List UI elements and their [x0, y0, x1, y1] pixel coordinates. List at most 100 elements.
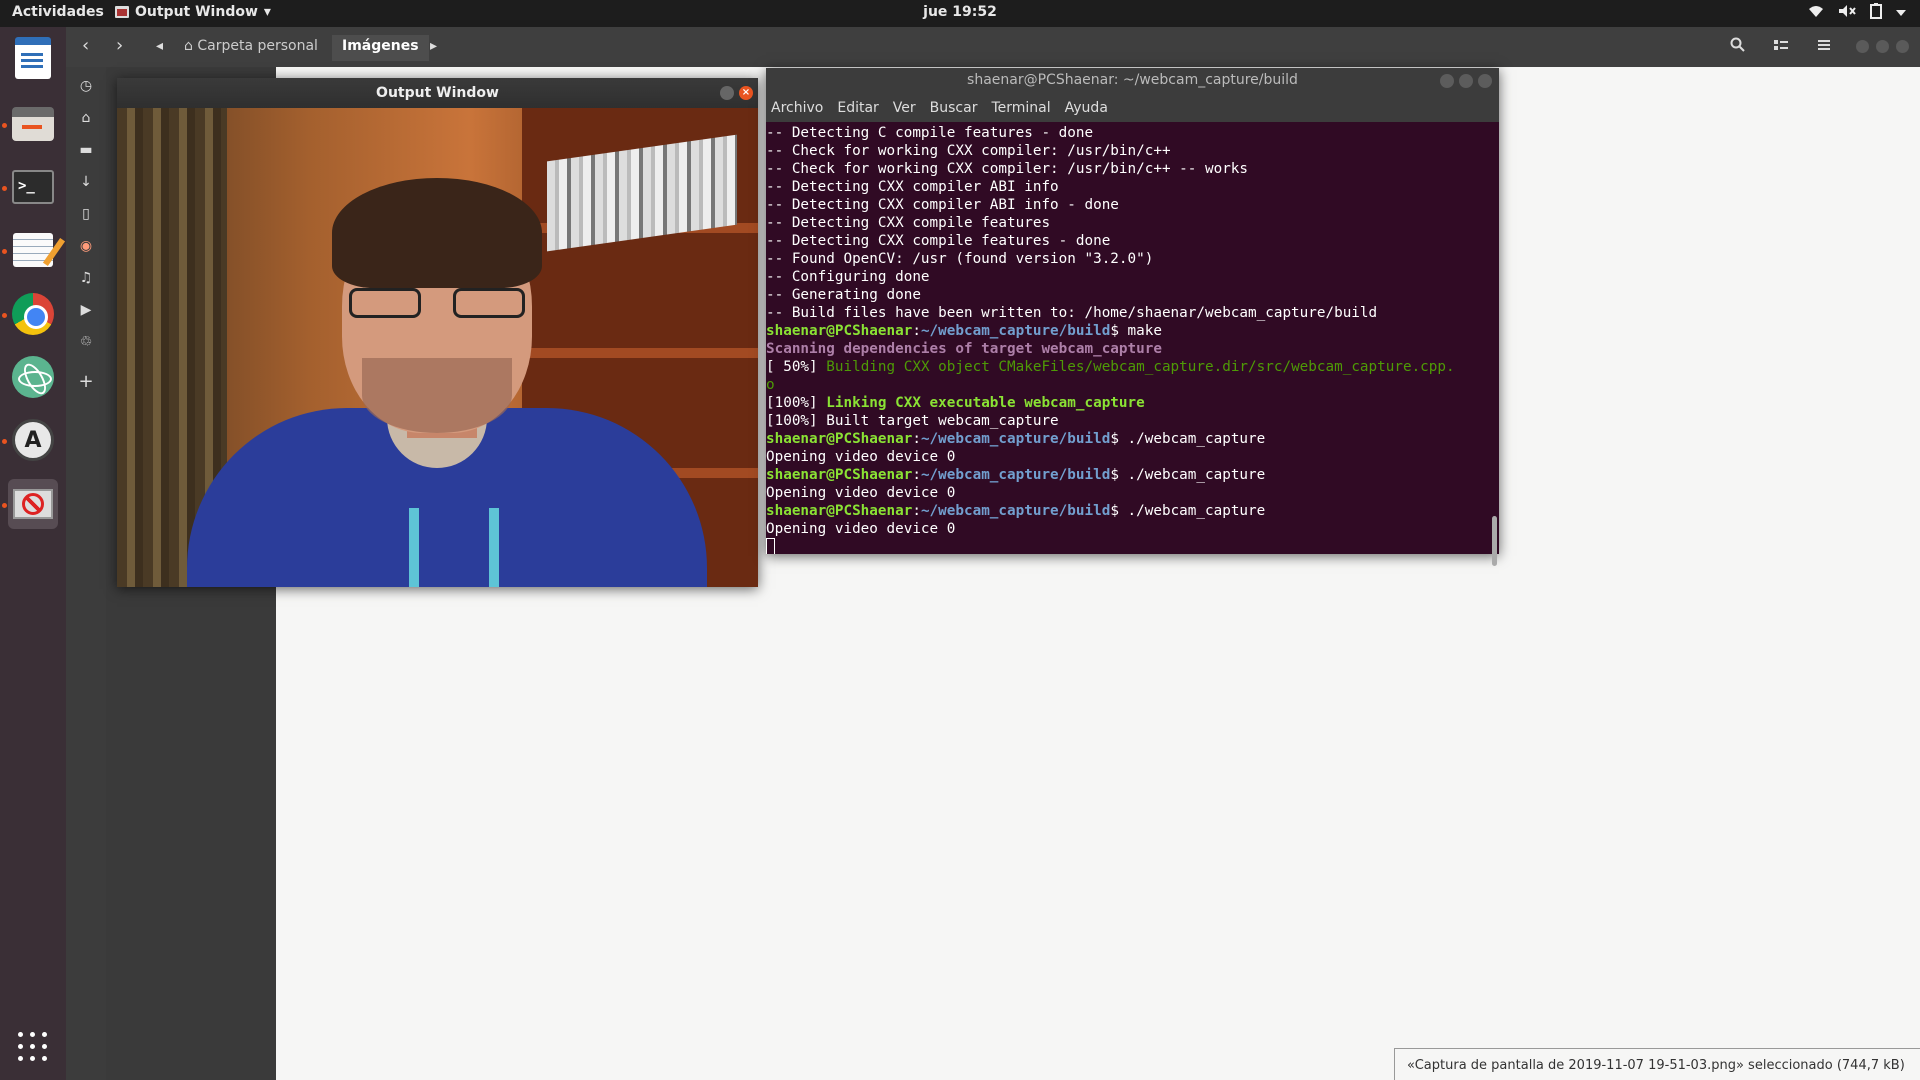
dock-atom[interactable]	[8, 352, 58, 402]
terminal-line: [100%] Built target webcam_capture	[766, 413, 1059, 429]
webcam-person-beard	[362, 358, 512, 433]
dock: >_ A	[0, 27, 66, 1080]
terminal-line: Opening video device 0	[766, 449, 956, 465]
prompt-user: shaenar@PCShaenar	[766, 503, 913, 519]
shelf-board	[522, 348, 758, 358]
clock[interactable]: jue 19:52	[923, 4, 997, 20]
output-window-app-icon	[115, 6, 129, 18]
chrome-icon	[12, 293, 54, 335]
recent-icon[interactable]: ◷	[77, 77, 95, 95]
trash-icon[interactable]: ♲	[77, 333, 95, 351]
prompt-path: ~/webcam_capture/build	[920, 431, 1111, 447]
system-menu-caret-icon[interactable]	[1896, 5, 1906, 21]
music-icon[interactable]: ♫	[77, 269, 95, 287]
app-menu[interactable]: Output Window ▾	[115, 4, 271, 20]
wifi-icon[interactable]	[1808, 4, 1824, 22]
terminal-prompt-line: shaenar@PCShaenar:~/webcam_capture/build…	[766, 467, 1266, 483]
terminal-line: -- Check for working CXX compiler: /usr/…	[766, 161, 1249, 177]
minimize-icon[interactable]	[1856, 40, 1869, 53]
hamburger-menu-icon[interactable]	[1816, 37, 1832, 57]
hoodie-string	[489, 508, 499, 587]
running-indicator	[2, 313, 7, 318]
running-indicator	[2, 249, 7, 254]
terminal-output[interactable]: -- Detecting C compile features - done -…	[766, 122, 1499, 554]
activities-button[interactable]: Actividades	[12, 4, 104, 20]
prompt-user: shaenar@PCShaenar	[766, 467, 913, 483]
terminal-line: -- Found OpenCV: /usr (found version "3.…	[766, 251, 1154, 267]
breadcrumb-imagenes-label: Imágenes	[342, 38, 419, 54]
breadcrumb-home[interactable]: ⌂ Carpeta personal	[174, 35, 328, 61]
menu-archivo[interactable]: Archivo	[771, 98, 823, 122]
dock-writer[interactable]	[8, 33, 58, 83]
camera-icon[interactable]: ◉	[77, 237, 95, 255]
terminal-line: o	[766, 377, 775, 393]
terminal-title: shaenar@PCShaenar: ~/webcam_capture/buil…	[967, 72, 1298, 88]
breadcrumb-left-icon[interactable]: ◂	[156, 38, 163, 54]
progress-prefix: [ 50%]	[766, 359, 818, 375]
dock-terminal[interactable]: >_	[8, 162, 58, 212]
search-icon[interactable]	[1730, 37, 1746, 57]
dock-software-updater[interactable]: A	[8, 415, 58, 465]
files-sidebar-icons: ◷ ⌂ ▬ ↓ ▯ ◉ ♫ ▶ ♲ +	[66, 67, 106, 1080]
battery-icon[interactable]	[1870, 3, 1882, 23]
close-icon[interactable]: ×	[739, 86, 753, 100]
maximize-icon[interactable]	[1876, 40, 1889, 53]
prompt-path: ~/webcam_capture/build	[920, 503, 1111, 519]
home-icon[interactable]: ⌂	[77, 109, 95, 127]
volume-muted-icon[interactable]	[1838, 4, 1856, 22]
terminal-line: Opening video device 0	[766, 485, 956, 501]
system-tray[interactable]	[1808, 3, 1906, 23]
menu-ver[interactable]: Ver	[893, 98, 916, 122]
terminal-scrollbar[interactable]	[1492, 516, 1497, 566]
selection-status: «Captura de pantalla de 2019-11-07 19-51…	[1394, 1048, 1920, 1080]
document-icon[interactable]: ▯	[77, 205, 95, 223]
terminal-line: Scanning dependencies of target webcam_c…	[766, 341, 1162, 357]
webcam-person-glasses	[349, 288, 525, 318]
menu-buscar[interactable]: Buscar	[930, 98, 978, 122]
top-bar: Actividades Output Window ▾ jue 19:52	[0, 0, 1920, 27]
dock-chrome[interactable]	[8, 289, 58, 339]
command: ./webcam_capture	[1127, 503, 1266, 519]
back-icon[interactable]: ‹	[82, 35, 89, 56]
output-window-icon	[13, 489, 53, 519]
menu-editar[interactable]: Editar	[837, 98, 878, 122]
menu-terminal[interactable]: Terminal	[991, 98, 1050, 122]
terminal-titlebar[interactable]: shaenar@PCShaenar: ~/webcam_capture/buil…	[766, 68, 1499, 98]
terminal-line: -- Generating done	[766, 287, 921, 303]
link-step: Linking CXX executable webcam_capture	[817, 395, 1145, 411]
view-options-icon[interactable]	[1773, 37, 1789, 57]
terminal-line: -- Detecting CXX compile features - done	[766, 233, 1111, 249]
menu-ayuda[interactable]: Ayuda	[1065, 98, 1108, 122]
minimize-icon[interactable]	[720, 86, 734, 100]
forward-icon[interactable]: ›	[116, 35, 123, 56]
home-icon: ⌂	[184, 38, 193, 54]
terminal-prompt-line: shaenar@PCShaenar:~/webcam_capture/build…	[766, 431, 1266, 447]
dock-output-window[interactable]	[8, 479, 58, 529]
folder-icon[interactable]: ▬	[77, 141, 95, 159]
build-step: Building CXX object CMakeFiles/webcam_ca…	[817, 359, 1455, 375]
close-icon[interactable]	[1478, 74, 1492, 88]
progress-prefix: [100%]	[766, 395, 818, 411]
files-icon	[12, 107, 54, 141]
terminal-window[interactable]: shaenar@PCShaenar: ~/webcam_capture/buil…	[766, 68, 1499, 566]
breadcrumb-home-label: Carpeta personal	[197, 38, 318, 54]
output-window-titlebar[interactable]: Output Window ×	[117, 78, 758, 108]
maximize-icon[interactable]	[1459, 74, 1473, 88]
command: ./webcam_capture	[1127, 431, 1266, 447]
output-window[interactable]: Output Window ×	[117, 78, 758, 587]
terminal-menubar: Archivo Editar Ver Buscar Terminal Ayuda	[766, 98, 1499, 122]
terminal-cursor-line	[766, 538, 1499, 554]
output-window-title: Output Window	[376, 85, 499, 101]
dock-text-editor[interactable]	[8, 225, 58, 275]
dock-files[interactable]	[8, 99, 58, 149]
hoodie-string	[409, 508, 419, 587]
breadcrumb-imagenes[interactable]: Imágenes	[332, 35, 429, 61]
download-icon[interactable]: ↓	[77, 173, 95, 191]
close-icon[interactable]	[1896, 40, 1909, 53]
terminal-line: [100%] Linking CXX executable webcam_cap…	[766, 394, 1499, 412]
breadcrumb-right-icon[interactable]: ▸	[430, 38, 437, 54]
add-location-icon[interactable]: +	[77, 373, 95, 391]
video-icon[interactable]: ▶	[77, 301, 95, 319]
minimize-icon[interactable]	[1440, 74, 1454, 88]
show-applications-icon[interactable]	[18, 1032, 48, 1062]
